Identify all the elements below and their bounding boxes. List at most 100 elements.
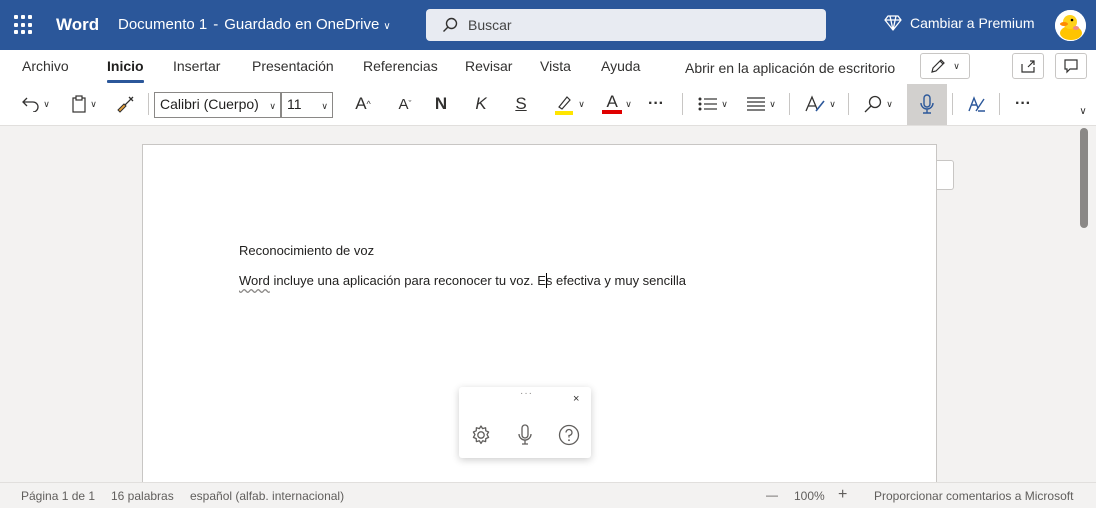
bold-button[interactable]: N [430,91,452,117]
tab-referencias[interactable]: Referencias [363,58,438,74]
italic-button[interactable]: K [470,91,492,117]
font-size-value: 11 [287,96,302,112]
comment-icon [1064,59,1078,74]
chevron-down-icon: ∨ [269,101,276,111]
toolbar-divider [789,93,790,115]
grow-font-button[interactable]: A ^ [350,91,376,117]
toolbar-divider [952,93,953,115]
dictate-button[interactable] [907,84,947,125]
undo-icon [22,97,39,112]
font-name-select[interactable]: Calibri (Cuerpo) ∨ [154,92,281,118]
search-box[interactable] [426,9,826,41]
toolbar-divider [848,93,849,115]
editing-mode-button[interactable]: ∨ [920,53,970,79]
toolbar-divider [999,93,1000,115]
search-icon [864,95,882,113]
comments-button[interactable] [1055,53,1087,79]
align-button[interactable]: ∨ [742,91,780,117]
tab-insertar[interactable]: Insertar [173,58,220,74]
font-color-button[interactable]: A ∨ [598,91,636,117]
chevron-down-icon: ∨ [886,98,893,109]
chevron-down-icon: ∨ [953,60,960,71]
toolbar-divider [148,93,149,115]
share-icon [1021,60,1035,73]
styles-button[interactable]: ∨ [800,91,840,117]
bullets-button[interactable]: ∨ [694,91,732,117]
avatar[interactable] [1055,10,1086,41]
document-name: Documento 1 [118,16,208,33]
app-name[interactable]: Word [56,15,99,35]
chevron-down-icon: ∨ [721,98,728,109]
dictation-mic-button[interactable] [514,424,536,446]
chevron-down-icon: ∨ [90,98,97,109]
chevron-down-icon: ∨ [321,101,328,111]
ribbon-tabs: Archivo Inicio Insertar Presentación Ref… [0,50,1096,83]
toolbar-divider [682,93,683,115]
search-input[interactable] [468,15,808,35]
premium-button[interactable]: Cambiar a Premium [884,15,1034,31]
clipboard-icon [72,95,86,113]
undo-button[interactable]: ∨ [18,91,54,117]
collapse-ribbon-icon[interactable]: ∨ [1076,104,1090,118]
chevron-down-icon: ∨ [43,98,50,109]
title-separator: - [213,16,219,33]
duck-avatar-icon [1055,10,1086,41]
more-font-options-button[interactable]: ··· [644,91,668,117]
diamond-icon [884,15,902,31]
editor-button[interactable] [963,91,989,117]
underline-button[interactable]: S [510,91,532,117]
pencil-icon [931,59,946,73]
shrink-font-icon: A [398,95,409,113]
shrink-font-button[interactable]: Aˇ [392,91,418,117]
gear-icon [472,425,490,445]
tab-vista[interactable]: Vista [540,58,571,74]
tab-revisar[interactable]: Revisar [465,58,512,74]
drag-handle-icon[interactable]: ··· [520,388,533,399]
dictation-toolbar[interactable]: ··· × [459,387,591,458]
share-button[interactable] [1012,53,1044,79]
highlighter-icon [555,96,574,115]
page-count: Página 1 de 1 [21,489,96,503]
chevron-down-icon: ∨ [829,98,836,109]
comment-margin-tab[interactable] [937,160,954,190]
feedback-link[interactable]: Proporcionar comentarios a Microsoft [874,489,1073,503]
more-options-button[interactable]: ··· [1011,91,1035,117]
close-icon[interactable]: × [573,393,579,405]
help-icon [558,424,580,446]
document-paragraph[interactable]: Word incluye una aplicación para reconoc… [239,273,686,288]
vertical-scrollbar[interactable] [1080,128,1088,228]
chevron-down-icon: ∨ [625,98,632,109]
open-desktop-app-link[interactable]: Abrir en la aplicación de escritorio [685,60,895,76]
title-bar: Word Documento 1-Guardado en OneDrive∨ C… [0,0,1096,50]
tab-inicio[interactable]: Inicio [107,58,144,83]
tab-archivo[interactable]: Archivo [22,58,69,74]
language-indicator[interactable]: español (alfab. internacional) [190,489,344,503]
paste-button[interactable]: ∨ [66,91,102,117]
tab-presentacion[interactable]: Presentación [252,58,334,74]
chevron-down-icon: ∨ [578,98,585,109]
font-size-select[interactable]: 11 ∨ [281,92,333,118]
editor-pen-icon [968,96,985,112]
format-painter-button[interactable] [112,91,138,117]
app-launcher-icon[interactable] [14,15,34,35]
tab-ayuda[interactable]: Ayuda [601,58,640,74]
zoom-level[interactable]: 100% [794,489,825,503]
microphone-icon [920,94,934,114]
grow-font-icon: A [355,94,367,113]
word-count[interactable]: 16 palabras [111,489,174,503]
spelling-flag-word[interactable]: Word [239,273,270,288]
search-icon [443,17,458,32]
document-heading[interactable]: Reconocimiento de voz [239,243,374,258]
dictation-help-button[interactable] [558,424,580,446]
brush-icon [117,96,134,113]
status-bar: Página 1 de 1 16 palabras español (alfab… [0,482,1096,508]
zoom-out-button[interactable]: — [766,488,778,502]
save-status: Guardado en OneDrive [224,16,380,33]
dictation-settings-button[interactable] [470,424,492,446]
chevron-down-icon: ∨ [383,21,391,32]
microphone-icon [518,424,532,445]
highlight-button[interactable]: ∨ [548,91,590,117]
find-button[interactable]: ∨ [858,91,898,117]
zoom-in-button[interactable]: + [838,486,847,504]
document-title[interactable]: Documento 1- Guardado en OneDrive ∨ [118,16,391,33]
